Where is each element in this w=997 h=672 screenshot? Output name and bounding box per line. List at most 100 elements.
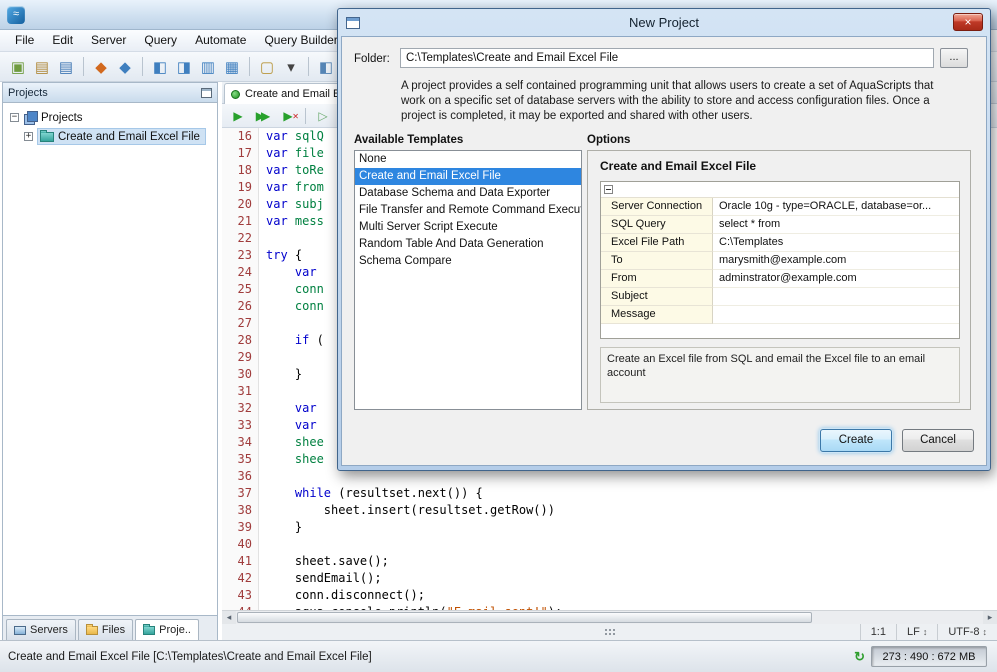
tab-servers[interactable]: Servers xyxy=(6,619,76,640)
line-number: 21 xyxy=(222,213,260,230)
updown-icon: ↕ xyxy=(923,627,928,637)
updown-icon: ↕ xyxy=(983,627,988,637)
template-option-database-schema-and-data-exporter[interactable]: Database Schema and Data Exporter xyxy=(355,185,581,202)
code-text xyxy=(260,468,266,485)
results-grid-icon[interactable]: ▦ xyxy=(221,56,243,78)
connect-server-icon[interactable]: ▤ xyxy=(55,56,77,78)
menu-server[interactable]: Server xyxy=(82,30,135,51)
property-name: SQL Query xyxy=(601,216,713,234)
register-server-icon[interactable]: ▣ xyxy=(7,56,29,78)
property-value[interactable]: adminstrator@example.com xyxy=(713,270,959,288)
tree-row-root[interactable]: − Projects xyxy=(3,108,217,127)
line-number: 42 xyxy=(222,570,260,587)
code-text: shee xyxy=(260,434,324,451)
template-option-none[interactable]: None xyxy=(355,151,581,168)
step-run-icon[interactable]: ▷ xyxy=(313,106,333,126)
selected-project-node[interactable]: Create and Email Excel File xyxy=(37,128,206,145)
cancel-button[interactable]: Cancel xyxy=(902,429,974,452)
tree-row-project[interactable]: + Create and Email Excel File xyxy=(3,127,217,146)
line-number: 31 xyxy=(222,383,260,400)
tab-create-and-email[interactable]: Create and Email E xyxy=(224,83,342,104)
menu-file[interactable]: File xyxy=(6,30,43,51)
run-script-icon[interactable]: ▶ xyxy=(228,106,248,126)
expand-expander-icon[interactable]: + xyxy=(24,132,33,141)
toolbar-separator xyxy=(249,57,250,76)
template-option-schema-compare[interactable]: Schema Compare xyxy=(355,253,581,270)
code-text: shee xyxy=(260,451,324,468)
run-all-icon[interactable]: ▶▶ xyxy=(251,106,275,126)
status-bar: Create and Email Excel File [C:\Template… xyxy=(0,640,997,672)
tab-projects[interactable]: Proje.. xyxy=(135,619,199,640)
browse-button[interactable]: ... xyxy=(940,48,968,68)
toolbar-separator xyxy=(83,57,84,76)
code-text: var xyxy=(260,417,317,434)
property-rows: Server ConnectionOracle 10g - type=ORACL… xyxy=(601,198,959,324)
code-line[interactable]: 40 xyxy=(222,536,997,553)
tab-files[interactable]: Files xyxy=(78,619,133,640)
scroll-left-icon[interactable]: ◂ xyxy=(222,611,236,624)
code-line[interactable]: 38 sheet.insert(resultset.getRow()) xyxy=(222,502,997,519)
property-value[interactable] xyxy=(713,288,959,306)
code-line[interactable]: 42 sendEmail(); xyxy=(222,570,997,587)
line-number: 29 xyxy=(222,349,260,366)
splitter-handle-icon[interactable] xyxy=(604,628,616,637)
code-text: sheet.save(); xyxy=(260,553,389,570)
collapse-icon[interactable] xyxy=(604,185,613,194)
property-value[interactable]: select * from xyxy=(713,216,959,234)
open-file-icon[interactable]: ▢ xyxy=(256,56,278,78)
query-analyzer-icon[interactable]: ◧ xyxy=(149,56,171,78)
editor-tab-label: Create and Email E xyxy=(245,88,340,100)
property-grid: Server ConnectionOracle 10g - type=ORACL… xyxy=(600,181,960,339)
property-value[interactable]: C:\Templates xyxy=(713,234,959,252)
gc-icon[interactable]: ↻ xyxy=(854,649,865,665)
open-file-dropdown-icon[interactable]: ▾ xyxy=(280,56,302,78)
property-row-to: Tomarysmith@example.com xyxy=(601,252,959,270)
float-panel-icon[interactable] xyxy=(201,88,212,98)
code-text: var subj xyxy=(260,196,324,213)
template-option-create-and-email-excel-file[interactable]: Create and Email Excel File xyxy=(355,168,581,185)
projects-tab-icon xyxy=(143,626,155,635)
memory-indicator[interactable]: 273 : 490 : 672 MB xyxy=(871,646,987,667)
menu-automate[interactable]: Automate xyxy=(186,30,255,51)
create-button[interactable]: Create xyxy=(820,429,892,452)
collapse-expander-icon[interactable]: − xyxy=(10,113,19,122)
scroll-right-icon[interactable]: ▸ xyxy=(983,611,997,624)
automate-icon[interactable]: ◆ xyxy=(90,56,112,78)
folder-input[interactable] xyxy=(400,48,934,68)
menu-edit[interactable]: Edit xyxy=(43,30,82,51)
editor-window-icon[interactable]: ◧ xyxy=(315,56,337,78)
server-properties-icon[interactable]: ▤ xyxy=(31,56,53,78)
schedule-icon[interactable]: ◆ xyxy=(114,56,136,78)
property-value[interactable] xyxy=(713,306,959,324)
code-line[interactable]: 37 while (resultset.next()) { xyxy=(222,485,997,502)
menu-query[interactable]: Query xyxy=(135,30,186,51)
code-text xyxy=(260,349,266,366)
template-option-multi-server-script-execute[interactable]: Multi Server Script Execute xyxy=(355,219,581,236)
template-option-random-table-and-data-generation[interactable]: Random Table And Data Generation xyxy=(355,236,581,253)
code-line[interactable]: 43 conn.disconnect(); xyxy=(222,587,997,604)
property-value[interactable]: marysmith@example.com xyxy=(713,252,959,270)
code-line[interactable]: 39 } xyxy=(222,519,997,536)
code-text: sheet.insert(resultset.getRow()) xyxy=(260,502,555,519)
cancel-run-icon[interactable]: ▶✕ xyxy=(278,106,298,126)
code-text: sendEmail(); xyxy=(260,570,382,587)
property-name: Subject xyxy=(601,288,713,306)
tab-label: Files xyxy=(102,624,125,636)
horizontal-scrollbar[interactable]: ◂ ▸ xyxy=(222,610,997,624)
encoding-selector[interactable]: UTF-8 ↕ xyxy=(937,624,997,640)
property-value[interactable]: Oracle 10g - type=ORACLE, database=or... xyxy=(713,198,959,216)
table-data-icon[interactable]: ▥ xyxy=(197,56,219,78)
code-line[interactable]: 41 sheet.save(); xyxy=(222,553,997,570)
query-builder-icon[interactable]: ◨ xyxy=(173,56,195,78)
root-node-label: Projects xyxy=(41,112,83,124)
line-ending-selector[interactable]: LF ↕ xyxy=(896,624,937,640)
dialog-titlebar[interactable]: New Project × xyxy=(341,9,987,36)
projects-panel-title: Projects xyxy=(8,87,48,99)
toolbar-separator xyxy=(142,57,143,76)
scrollbar-thumb[interactable] xyxy=(237,612,812,623)
line-number: 25 xyxy=(222,281,260,298)
menu-query-builder[interactable]: Query Builder xyxy=(255,30,346,51)
template-option-file-transfer-and-remote-command-execution[interactable]: File Transfer and Remote Command Executi… xyxy=(355,202,581,219)
dialog-title: New Project xyxy=(341,15,987,30)
close-icon[interactable]: × xyxy=(953,13,983,31)
